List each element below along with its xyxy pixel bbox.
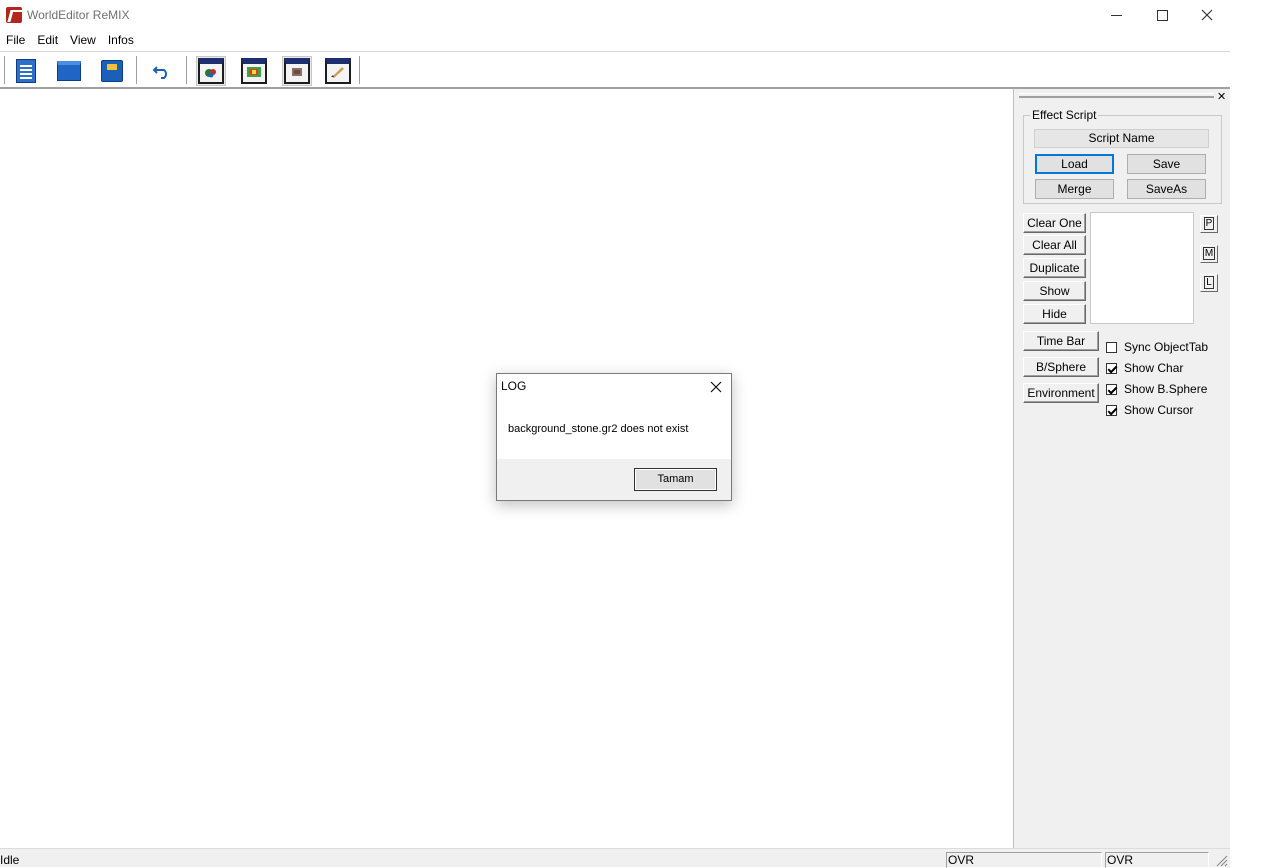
document-icon xyxy=(16,59,36,83)
dialog-footer: Tamam xyxy=(497,459,731,500)
show-button[interactable]: Show xyxy=(1023,281,1086,301)
clear-one-button[interactable]: Clear One xyxy=(1023,213,1086,233)
window-texture-icon xyxy=(241,58,267,84)
menu-edit[interactable]: Edit xyxy=(31,30,64,51)
status-pane-ovr: OVR xyxy=(946,852,1102,868)
view-objects-button[interactable] xyxy=(196,56,226,86)
environment-button[interactable]: Environment xyxy=(1023,383,1099,403)
maximize-icon xyxy=(1156,9,1168,21)
show-bsphere-checkbox[interactable]: Show B.Sphere xyxy=(1106,382,1207,396)
worldeditor-app-icon xyxy=(6,7,22,23)
undo-button[interactable] xyxy=(147,56,177,86)
checkbox-box xyxy=(1106,341,1117,353)
script-name-field: Script Name xyxy=(1034,129,1209,148)
status-bar: Idle OVR OVR xyxy=(0,848,1230,868)
window-title: WorldEditor ReMIX xyxy=(27,8,130,22)
toolbar-separator xyxy=(186,56,188,84)
menu-bar: File Edit View Infos xyxy=(0,30,1230,51)
open-button[interactable] xyxy=(54,56,84,86)
save-button[interactable] xyxy=(97,56,127,86)
merge-button[interactable]: Merge xyxy=(1035,179,1114,199)
maximize-button[interactable] xyxy=(1139,0,1185,30)
menu-view[interactable]: View xyxy=(64,30,102,51)
effect-script-label: Effect Script xyxy=(1030,108,1099,122)
panel-grip[interactable] xyxy=(1019,93,1214,98)
m-button[interactable]: M xyxy=(1200,245,1218,263)
effect-panel: ✕ Effect Script Script Name Load Save Me… xyxy=(1013,89,1230,848)
l-button[interactable]: L xyxy=(1200,274,1218,292)
view-brush-button[interactable] xyxy=(323,56,353,86)
saveas-button[interactable]: SaveAs xyxy=(1127,179,1206,199)
title-bar: WorldEditor ReMIX xyxy=(0,0,1230,30)
dialog-title: LOG xyxy=(501,379,527,393)
minimize-button[interactable] xyxy=(1093,0,1139,30)
show-cursor-checkbox[interactable]: Show Cursor xyxy=(1106,403,1193,417)
window-objects-icon xyxy=(198,58,224,84)
resize-grip-icon[interactable] xyxy=(1214,853,1228,867)
close-button[interactable] xyxy=(1184,0,1230,30)
undo-icon xyxy=(152,66,167,79)
p-button[interactable]: P xyxy=(1200,215,1218,233)
hide-button[interactable]: Hide xyxy=(1023,304,1086,324)
checkmark-icon xyxy=(1106,383,1117,395)
panel-close-icon[interactable]: ✕ xyxy=(1217,90,1226,103)
duplicate-button[interactable]: Duplicate xyxy=(1023,258,1086,278)
toolbar-separator xyxy=(136,56,138,84)
minimize-icon xyxy=(1110,14,1122,16)
toolbar xyxy=(0,51,1230,89)
toolbar-grip[interactable] xyxy=(2,56,5,84)
ok-button[interactable]: Tamam xyxy=(634,468,717,491)
effect-list[interactable] xyxy=(1090,212,1194,324)
time-bar-button[interactable]: Time Bar xyxy=(1023,331,1099,351)
folder-icon xyxy=(57,61,81,81)
log-dialog: LOG background_stone.gr2 does not exist … xyxy=(496,373,732,501)
dialog-close-icon[interactable] xyxy=(709,380,723,394)
view-map-button[interactable] xyxy=(282,56,312,86)
status-text: Idle xyxy=(0,853,20,867)
menu-file[interactable]: File xyxy=(0,30,31,51)
checkmark-icon xyxy=(1106,404,1117,416)
clear-all-button[interactable]: Clear All xyxy=(1023,235,1086,255)
show-char-checkbox[interactable]: Show Char xyxy=(1106,361,1183,375)
checkmark-icon xyxy=(1106,362,1117,374)
window-map-icon xyxy=(284,58,310,84)
b-sphere-button[interactable]: B/Sphere xyxy=(1023,357,1099,377)
window-brush-icon xyxy=(325,58,351,84)
effect-script-group: Effect Script Script Name Load Save Merg… xyxy=(1023,108,1222,204)
dialog-message: background_stone.gr2 does not exist xyxy=(508,423,689,435)
save-script-button[interactable]: Save xyxy=(1127,154,1206,174)
new-document-button[interactable] xyxy=(11,56,41,86)
close-icon xyxy=(1201,9,1213,21)
view-texture-button[interactable] xyxy=(239,56,269,86)
sync-objecttab-checkbox[interactable]: Sync ObjectTab xyxy=(1106,340,1208,354)
save-icon xyxy=(101,60,123,82)
status-pane-ovr-2: OVR xyxy=(1105,852,1209,868)
menu-infos[interactable]: Infos xyxy=(102,30,140,51)
toolbar-separator xyxy=(359,56,361,84)
load-button[interactable]: Load xyxy=(1035,154,1114,174)
